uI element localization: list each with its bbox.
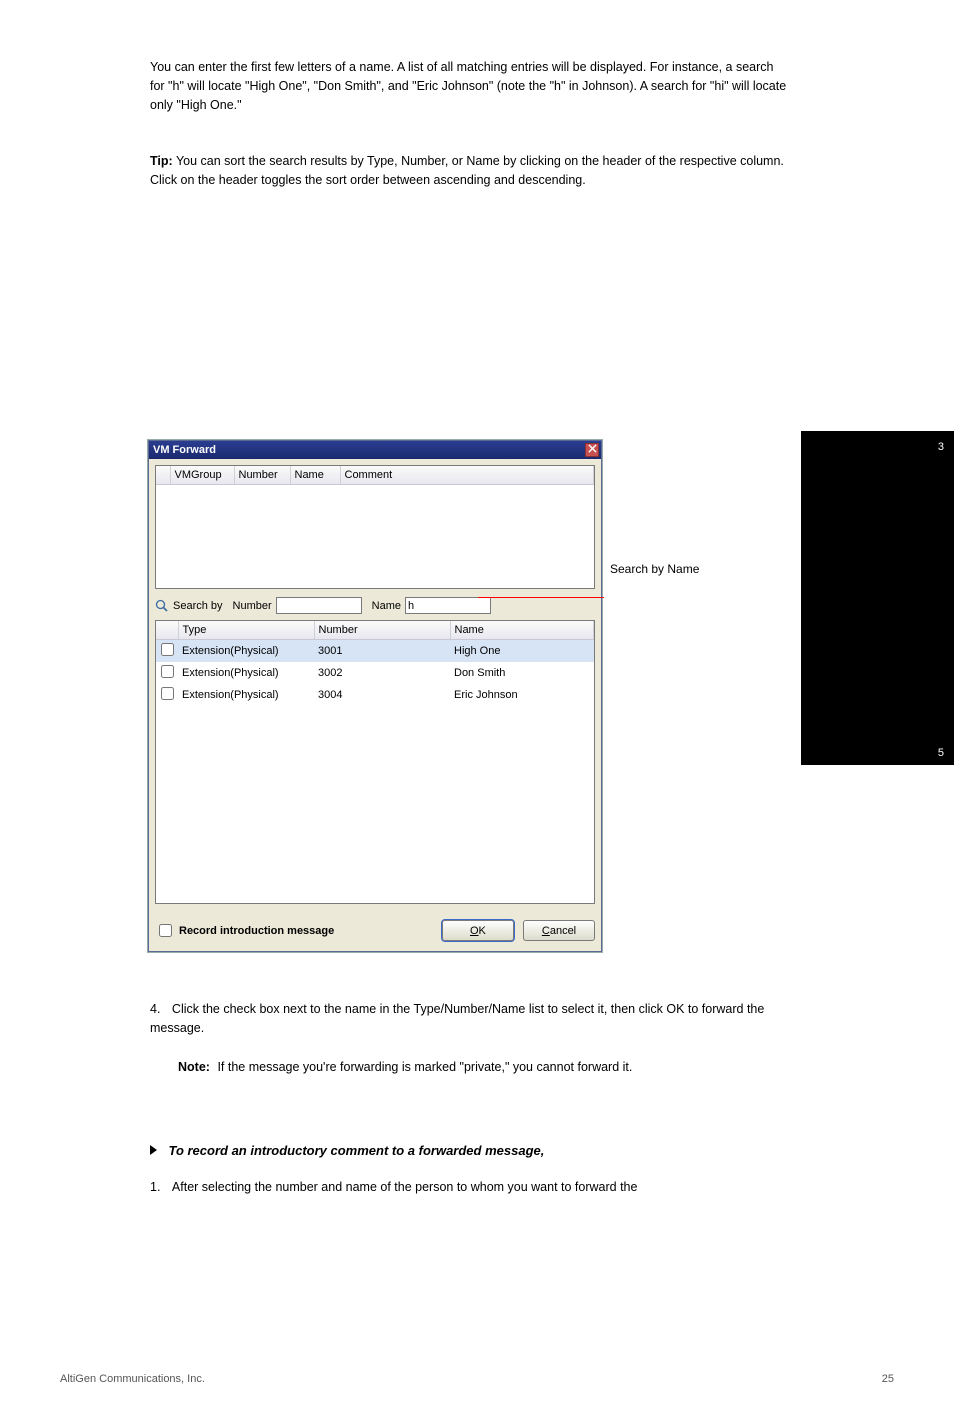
record-intro-text: Record introduction message [179,925,334,937]
col-check[interactable] [156,621,178,640]
col-comment[interactable]: Comment [340,466,594,485]
close-icon[interactable] [585,443,599,457]
cell-name: Don Smith [450,662,594,684]
table-row[interactable]: Extension(Physical) 3001 High One [156,640,594,663]
step-4-text: Click the check box next to the name in … [150,1002,764,1035]
tip-text: You can sort the search results by Type,… [150,154,784,187]
section-tab: 3 Forwarding Messages 5 [801,431,954,765]
selected-recipients-list: VMGroup Number Name Comment [155,465,595,589]
tab-page-bot: 5 [938,747,944,759]
cell-number: 3002 [314,662,450,684]
record-intro-label[interactable]: Record introduction message [155,921,334,940]
table-row[interactable]: Extension(Physical) 3002 Don Smith [156,662,594,684]
paragraph-search-explanation: You can enter the first few letters of a… [150,58,790,114]
col-number[interactable]: Number [314,621,450,640]
search-icon [155,599,169,613]
col-vmgroup[interactable]: VMGroup [170,466,234,485]
footer-left: AltiGen Communications, Inc. [60,1373,205,1385]
record-step-1-text: After selecting the number and name of t… [172,1180,638,1194]
cell-type: Extension(Physical) [178,662,314,684]
col-number[interactable]: Number [234,466,290,485]
cancel-button[interactable]: CancelCancel [523,920,595,941]
record-heading-text: To record an introductory comment to a f… [168,1143,544,1158]
col-name[interactable]: Name [290,466,340,485]
callout-line [478,597,604,598]
record-step-1-number: 1. [150,1180,160,1194]
tab-label: Forwarding Messages [779,633,791,751]
search-number-label: Number [233,600,272,612]
col-type[interactable]: Type [178,621,314,640]
record-procedure-heading: To record an introductory comment to a f… [150,1141,790,1161]
tip-label: Tip: [150,154,173,168]
dialog-title: VM Forward [153,444,216,456]
cell-type: Extension(Physical) [178,684,314,706]
cell-type: Extension(Physical) [178,640,314,663]
paragraph-tip: Tip: You can sort the search results by … [150,152,790,190]
footer-right: 25 [882,1373,894,1385]
col-blank[interactable] [156,466,170,485]
search-number-input[interactable] [276,597,362,614]
cell-name: Eric Johnson [450,684,594,706]
dialog-titlebar: VM Forward [149,441,601,459]
ok-button[interactable]: OOKK [442,920,514,941]
search-results-list: Type Number Name Extension(Physical) 300… [155,620,595,904]
vm-forward-dialog: VM Forward VMGroup Number Name Comment [148,440,602,952]
search-name-input[interactable] [405,597,491,614]
callout-label: Search by Name [610,560,760,578]
row-checkbox[interactable] [161,643,174,656]
cell-name: High One [450,640,594,663]
note-block: Note: If the message you're forwarding i… [178,1058,790,1077]
search-by-label: Search by [173,600,223,612]
table-row[interactable]: Extension(Physical) 3004 Eric Johnson [156,684,594,706]
search-name-label: Name [372,600,401,612]
search-row: Search by Number Name [155,597,595,614]
row-checkbox[interactable] [161,665,174,678]
triangle-bullet-icon [150,1145,157,1155]
step-4: 4. Click the check box next to the name … [150,1000,790,1038]
record-step-1: 1. After selecting the number and name o… [150,1178,790,1197]
note-label: Note: [178,1060,210,1074]
cell-number: 3001 [314,640,450,663]
row-checkbox[interactable] [161,687,174,700]
col-name[interactable]: Name [450,621,594,640]
step-4-number: 4. [150,1002,160,1016]
cell-number: 3004 [314,684,450,706]
note-text: If the message you're forwarding is mark… [217,1060,632,1074]
record-intro-checkbox[interactable] [159,924,172,937]
tab-page-top: 3 [938,441,944,453]
